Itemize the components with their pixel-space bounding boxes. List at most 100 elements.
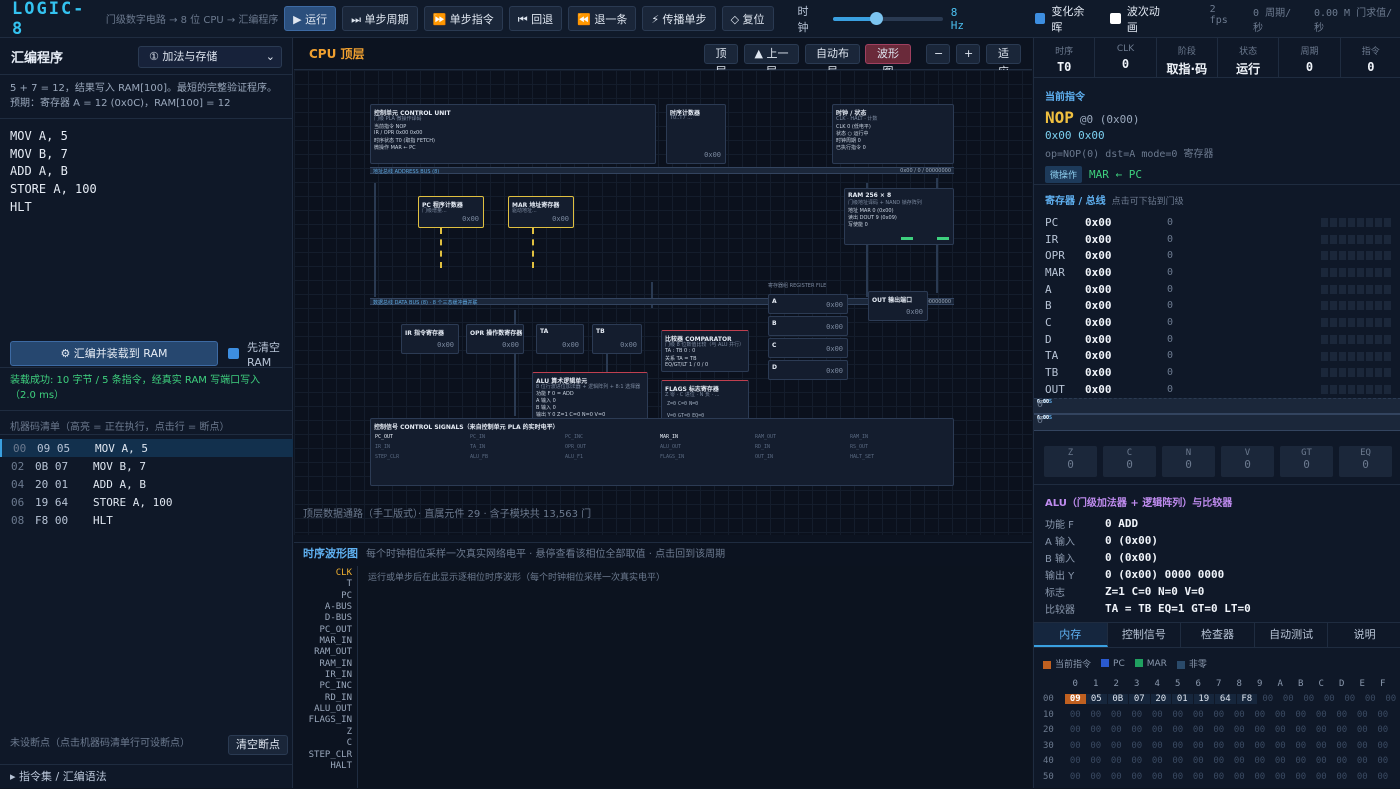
memory-cell[interactable]: 00 (1147, 725, 1168, 735)
memory-cell[interactable]: 00 (1291, 725, 1312, 735)
register-row[interactable]: TA0x000 (1034, 348, 1400, 365)
memory-cell[interactable]: 64 (1215, 694, 1236, 704)
memory-grid[interactable]: 0123456789ABCDEF0009050B0720011964F80000… (1043, 676, 1400, 785)
memory-cell[interactable]: 00 (1106, 725, 1127, 735)
memory-cell[interactable]: 00 (1352, 741, 1373, 751)
memory-cell[interactable]: 00 (1250, 725, 1271, 735)
memory-cell[interactable]: 00 (1106, 710, 1127, 720)
machine-code-row[interactable]: 0619 64STORE A, 100 (0, 493, 293, 511)
memory-cell[interactable]: 00 (1332, 772, 1353, 782)
memory-cell[interactable]: 00 (1373, 710, 1394, 720)
clear-ram-toggle[interactable]: 先清空 RAM (228, 340, 280, 370)
register-row[interactable]: IR0x000 (1034, 231, 1400, 248)
memory-cell[interactable]: 00 (1352, 710, 1373, 720)
memory-cell[interactable]: 00 (1332, 741, 1353, 751)
memory-cell[interactable]: 00 (1270, 725, 1291, 735)
propagate-step-button[interactable]: ⚡ 传播单步 (642, 6, 715, 31)
memory-cell[interactable]: 00 (1340, 694, 1361, 704)
tab-help[interactable]: 说明 (1328, 623, 1400, 647)
ta-block[interactable]: TA0x00 (536, 324, 584, 354)
memory-cell[interactable]: 00 (1065, 710, 1086, 720)
memory-cell[interactable]: 09 (1065, 694, 1086, 704)
memory-cell[interactable]: 00 (1311, 741, 1332, 751)
register-row[interactable]: TB0x000 (1034, 364, 1400, 381)
register-row[interactable]: B0x000 (1034, 297, 1400, 314)
memory-cell[interactable]: 00 (1168, 725, 1189, 735)
memory-cell[interactable]: 00 (1127, 772, 1148, 782)
comparator-block[interactable]: 比较器 COMPARATOR 门级 8 位数值比较（与 ALU 并行） TA :… (661, 330, 749, 372)
rewind-button[interactable]: ⏮ 回退 (509, 6, 562, 31)
memory-cell[interactable]: 00 (1373, 756, 1394, 766)
memory-cell[interactable]: 00 (1229, 756, 1250, 766)
memory-cell[interactable]: 00 (1250, 772, 1271, 782)
waveform-area[interactable]: 运行或单步后在此显示逐相位时序波形（每个时钟相位采样一次真实电平） (357, 566, 1032, 788)
memory-cell[interactable]: 00 (1352, 772, 1373, 782)
memory-cell[interactable]: 00 (1352, 756, 1373, 766)
data-bus[interactable]: 数据总线 DATA BUS (8) · 8 个三态缓冲器并联0x00 / 0 /… (370, 298, 954, 305)
memory-cell[interactable]: 00 (1360, 694, 1381, 704)
memory-cell[interactable]: 00 (1086, 710, 1107, 720)
memory-cell[interactable]: 00 (1106, 741, 1127, 751)
memory-cell[interactable]: 00 (1106, 772, 1127, 782)
step-cycle-button[interactable]: ⏭ 单步周期 (342, 6, 417, 31)
clear-ram-checkbox[interactable] (228, 348, 239, 359)
machine-code-row[interactable]: 08F8 00HLT (0, 511, 293, 529)
memory-cell[interactable]: F8 (1237, 694, 1258, 704)
tab-control-signals[interactable]: 控制信号 (1108, 623, 1182, 647)
memory-cell[interactable]: 00 (1373, 772, 1394, 782)
memory-cell[interactable]: 00 (1278, 694, 1299, 704)
program-select[interactable]: ① 加法与存储⌄ (138, 46, 282, 68)
register-b-block[interactable]: B0x00 (768, 316, 848, 336)
memory-cell[interactable]: 00 (1270, 741, 1291, 751)
memory-cell[interactable]: 00 (1229, 725, 1250, 735)
memory-cell[interactable]: 00 (1127, 710, 1148, 720)
register-row[interactable]: PC0x000 (1034, 214, 1400, 231)
memory-cell[interactable]: 07 (1129, 694, 1150, 704)
memory-cell[interactable]: 00 (1373, 741, 1394, 751)
memory-cell[interactable]: 00 (1229, 772, 1250, 782)
memory-cell[interactable]: 00 (1270, 756, 1291, 766)
memory-cell[interactable]: 00 (1270, 710, 1291, 720)
memory-cell[interactable]: 00 (1127, 756, 1148, 766)
memory-cell[interactable]: 00 (1258, 694, 1279, 704)
memory-cell[interactable]: 00 (1291, 756, 1312, 766)
waveform-button[interactable]: 波形图 (865, 44, 911, 64)
memory-cell[interactable]: 00 (1147, 772, 1168, 782)
memory-cell[interactable]: 00 (1311, 756, 1332, 766)
memory-cell[interactable]: 00 (1299, 694, 1320, 704)
memory-cell[interactable]: 00 (1332, 725, 1353, 735)
memory-cell[interactable]: 00 (1168, 710, 1189, 720)
memory-cell[interactable]: 00 (1147, 741, 1168, 751)
address-bus[interactable]: 地址总线 ADDRESS BUS (8)0x00 / 0 / 00000000 (370, 167, 954, 174)
memory-cell[interactable]: 00 (1311, 725, 1332, 735)
timing-counter-block[interactable]: 时序计数器 T0..T7 ... 0x00 (666, 104, 726, 164)
run-button[interactable]: ▶ 运行 (284, 6, 336, 31)
ram-block[interactable]: RAM 256 × 8 门级地址译码 + NAND 锁存阵列 地址 MAR 0 … (844, 188, 954, 245)
memory-cell[interactable]: 00 (1065, 756, 1086, 766)
memory-cell[interactable]: 00 (1168, 741, 1189, 751)
opr-block[interactable]: OPR 操作数寄存器0x00 (466, 324, 524, 354)
register-row[interactable]: C0x000 (1034, 314, 1400, 331)
memory-cell[interactable]: 00 (1291, 772, 1312, 782)
register-row[interactable]: OPR0x000 (1034, 247, 1400, 264)
register-row[interactable]: D0x000 (1034, 331, 1400, 348)
step-back-button[interactable]: ⏪ 退一条 (568, 6, 636, 31)
memory-cell[interactable]: 00 (1229, 741, 1250, 751)
memory-cell[interactable]: 00 (1332, 756, 1353, 766)
output-port-block[interactable]: OUT 输出端口0x00 (868, 291, 928, 321)
reset-button[interactable]: ◇ 复位 (722, 6, 774, 31)
tab-memory[interactable]: 内存 (1034, 623, 1108, 647)
top-level-button[interactable]: 顶层 (704, 44, 738, 64)
memory-cell[interactable]: 00 (1291, 741, 1312, 751)
memory-cell[interactable]: 00 (1065, 772, 1086, 782)
control-signals-block[interactable]: 控制信号 CONTROL SIGNALS（来自控制单元 PLA 的实时电平） P… (370, 418, 954, 486)
memory-cell[interactable]: 00 (1086, 741, 1107, 751)
memory-cell[interactable]: 00 (1106, 756, 1127, 766)
memory-cell[interactable]: 00 (1209, 725, 1230, 735)
machine-code-row[interactable]: 0420 01ADD A, B (0, 475, 293, 493)
tb-block[interactable]: TB0x00 (592, 324, 642, 354)
memory-cell[interactable]: 19 (1194, 694, 1215, 704)
fit-button[interactable]: 适应 (986, 44, 1021, 64)
memory-cell[interactable]: 00 (1209, 756, 1230, 766)
slider-knob[interactable] (870, 12, 883, 25)
